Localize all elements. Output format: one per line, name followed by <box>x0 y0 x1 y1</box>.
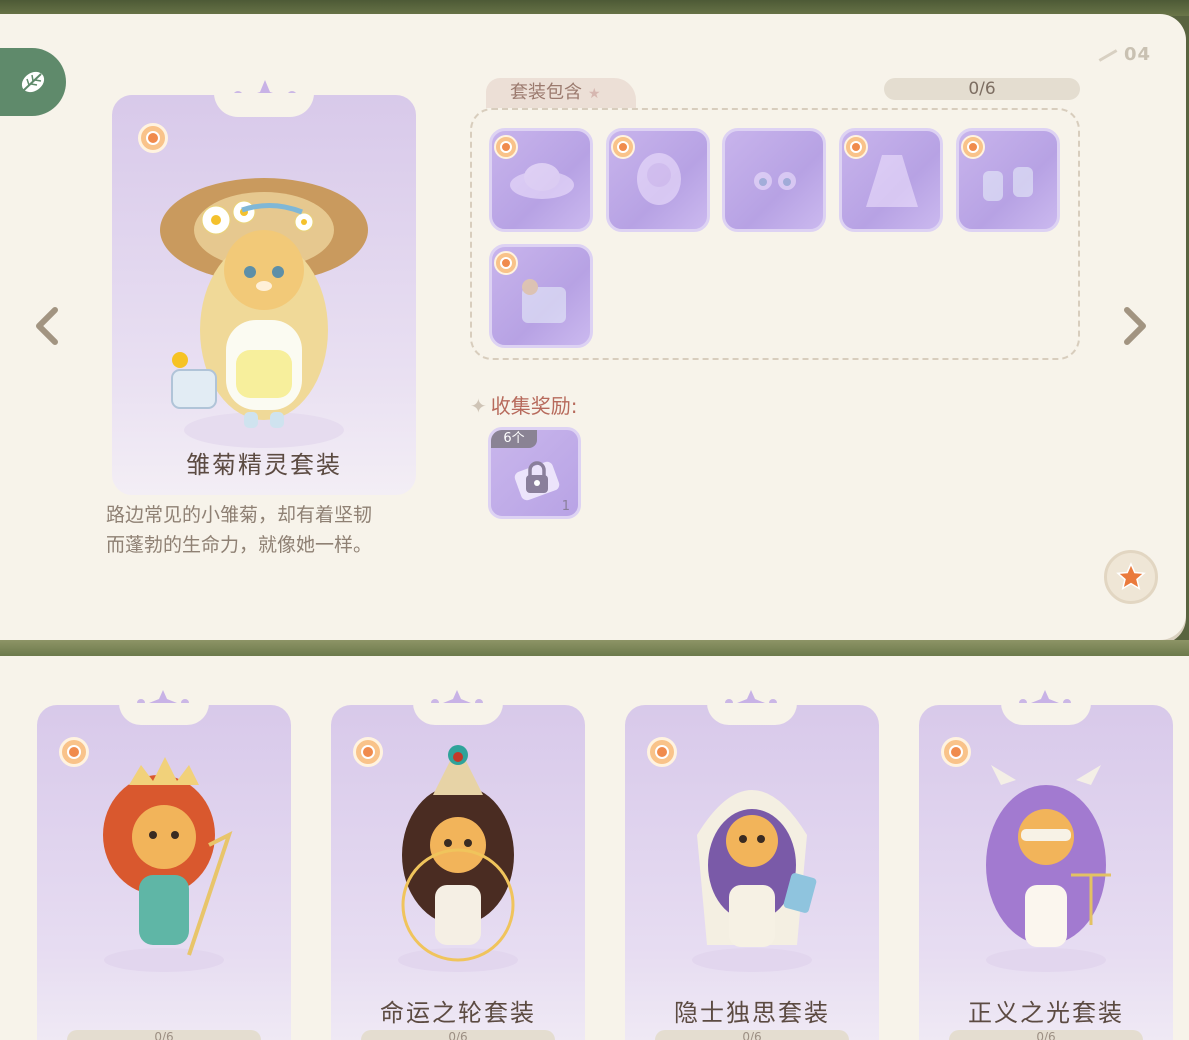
rank-badge-icon <box>138 123 168 153</box>
set-contents-tag: 套装包含 ★ <box>486 78 636 108</box>
page-indicator: 04 <box>1098 44 1151 65</box>
hermit-character <box>692 790 817 972</box>
dress-icon <box>866 155 918 207</box>
reward-label-text: 收集奖励: <box>490 394 578 418</box>
basket-icon <box>522 279 566 323</box>
face-icon <box>754 172 796 190</box>
fire-lion-character <box>103 757 233 972</box>
outfit-name: 正义之光套装 <box>968 999 1124 1027</box>
set-item-dress[interactable] <box>839 128 943 232</box>
set-contents-label: 套装包含 <box>510 82 582 103</box>
set-item-face[interactable] <box>722 128 826 232</box>
reward-count-badge: 6个 <box>491 430 537 448</box>
hair-icon <box>637 153 681 205</box>
hero-outfit-name: 雏菊精灵套装 <box>186 451 342 479</box>
star-icon: ★ <box>588 86 601 102</box>
collection-progress-text: 0/6 <box>968 79 996 99</box>
favorite-button[interactable] <box>1104 550 1158 604</box>
outfit-name: 命运之轮套装 <box>380 999 536 1027</box>
set-item-basket[interactable] <box>489 244 593 348</box>
star-icon <box>1116 562 1146 591</box>
card-notch <box>413 703 503 725</box>
description-line: 路边常见的小雏菊，却有着坚韧 <box>106 504 373 526</box>
card-notch <box>707 703 797 725</box>
next-arrow-button[interactable] <box>1120 306 1150 346</box>
outfit-progress: 0/6 <box>655 1030 849 1040</box>
set-item-hair[interactable] <box>606 128 710 232</box>
leaf-icon <box>21 71 45 93</box>
leaf-tab-button[interactable] <box>0 48 66 116</box>
card-notch <box>119 703 209 725</box>
background-strip-middle <box>0 640 1189 656</box>
outfit-card[interactable]: 正义之光套装 0/6 <box>919 703 1173 1040</box>
card-notch <box>1001 703 1091 725</box>
chevron-left-icon <box>36 307 58 345</box>
sparkle-icon: ✦ <box>470 394 487 418</box>
card-notch <box>214 93 314 117</box>
reward-item-tile[interactable]: 6个 1 <box>488 427 581 519</box>
outfit-progress: 0/6 <box>67 1030 261 1040</box>
outfit-progress: 0/6 <box>949 1030 1143 1040</box>
set-item-shoes[interactable] <box>956 128 1060 232</box>
reward-quantity: 1 <box>561 499 570 514</box>
description-line: 而蓬勃的生命力，就像她一样。 <box>106 534 373 556</box>
justice-light-character <box>986 765 1111 972</box>
chevron-right-icon <box>1124 307 1146 345</box>
outfit-progress: 0/6 <box>361 1030 555 1040</box>
hero-outfit-card <box>112 93 416 495</box>
wheel-of-fortune-character <box>398 745 518 972</box>
outfit-card[interactable]: 隐士独思套装 0/6 <box>625 703 879 1040</box>
outfit-card[interactable]: 0/6 <box>37 703 291 1040</box>
set-item-hat[interactable] <box>489 128 593 232</box>
outfit-card[interactable]: 命运之轮套装 0/6 <box>331 703 585 1040</box>
shoes-icon <box>983 167 1033 201</box>
collection-reward-label: ✦ 收集奖励: <box>470 390 578 419</box>
hat-icon <box>510 163 574 199</box>
daisy-fairy-character <box>160 178 368 448</box>
lock-icon <box>514 461 560 501</box>
prev-arrow-button[interactable] <box>32 306 62 346</box>
hero-outfit-description: 路边常见的小雏菊，却有着坚韧 而蓬勃的生命力，就像她一样。 <box>106 500 436 560</box>
outfit-name: 隐士独思套装 <box>674 999 830 1027</box>
